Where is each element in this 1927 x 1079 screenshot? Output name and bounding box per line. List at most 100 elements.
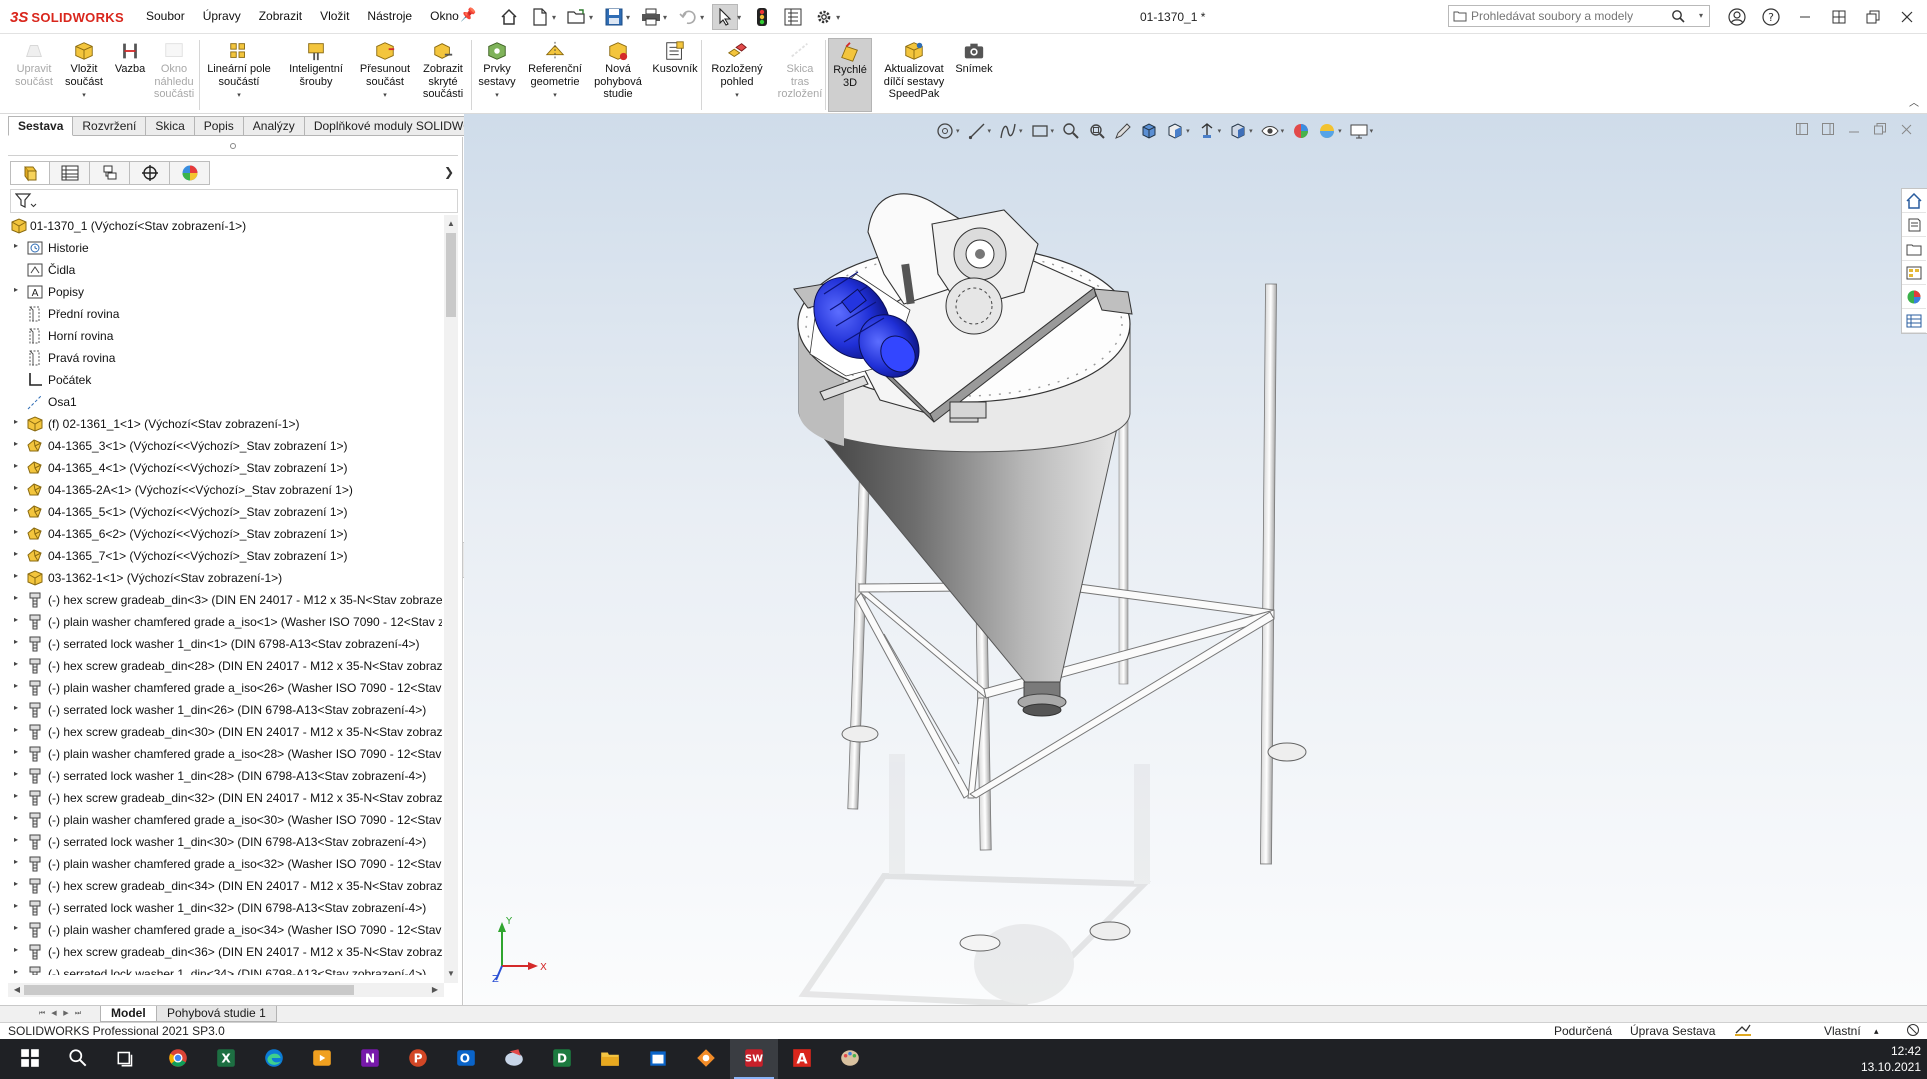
status-units[interactable]: Vlastní [1824,1023,1861,1039]
expand-arrow-icon[interactable]: ▸ [14,593,24,602]
tree-row[interactable]: ▸ (-) hex screw gradeab_din<36> (DIN EN 2… [8,941,444,963]
tree-row[interactable]: ▸ 04-1365_3<1> (Výchozí<<Výchozí>_Stav zo… [8,435,444,457]
open-caret[interactable]: ▾ [589,13,593,22]
scroll-left-icon[interactable]: ◀ [10,983,24,997]
taskbar-chrome[interactable] [154,1039,202,1079]
tree-row[interactable]: ▸ (-) serrated lock washer 1_din<30> (DIN… [8,831,444,853]
expand-arrow-icon[interactable]: ▸ [14,901,24,910]
tree-row[interactable]: Pravá rovina [8,347,444,369]
select-button[interactable] [712,4,739,30]
ribbon-button-8[interactable]: Prvky sestavy ▾ [474,38,520,112]
taskbar-search[interactable] [54,1039,102,1079]
tree-row[interactable]: ▸ (-) hex screw gradeab_din<28> (DIN EN 2… [8,655,444,677]
expand-arrow-icon[interactable]: ▸ [14,813,24,822]
ribbon-button-3[interactable]: Okno náhledu součásti [150,38,198,112]
expand-arrow-icon[interactable]: ▸ [14,879,24,888]
menu-item-5[interactable]: Okno [430,9,459,23]
menu-item-4[interactable]: Nástroje [367,9,412,23]
tree-row[interactable]: Počátek [8,369,444,391]
graphics-area[interactable]: ▾ ▾ ▾ ▾ ▾ ▾ ▾ ▾ ▾ ▾ Y X Z [464,114,1927,1005]
ribbon-button-16[interactable]: Snímek [954,38,994,112]
tree-row[interactable]: ▸ (-) plain washer chamfered grade a_iso<… [8,611,444,633]
taskbar-dwg[interactable]: D [538,1039,586,1079]
model-3d-view[interactable] [464,114,1927,1005]
expand-arrow-icon[interactable]: ▸ [14,417,24,426]
tree-row[interactable]: ▸ 04-1365_7<1> (Výchozí<<Výchozí>_Stav zo… [8,545,444,567]
taskbar-task-view[interactable] [102,1039,150,1079]
search-options-caret[interactable]: ▾ [1699,11,1703,20]
save-caret[interactable]: ▾ [626,13,630,22]
scroll-up-icon[interactable]: ▲ [445,217,457,231]
taskbar-media-player[interactable] [298,1039,346,1079]
tab-0[interactable]: Sestava [8,116,74,136]
tree-row[interactable]: Osa1 [8,391,444,413]
help-button[interactable]: ? [1754,6,1788,28]
minimize-button[interactable] [1788,6,1822,28]
expand-arrow-icon[interactable]: ▸ [14,791,24,800]
expand-arrow-icon[interactable]: ▸ [14,637,24,646]
taskbar-autocad[interactable]: A [778,1039,826,1079]
ribbon-button-5[interactable]: Inteligentní šrouby [280,38,352,112]
home-button[interactable] [496,4,522,30]
tree-row[interactable]: ▸ (-) serrated lock washer 1_din<32> (DIN… [8,897,444,919]
ribbon-button-15[interactable]: Aktualizovat dílčí sestavy SpeedPak [876,38,952,112]
ribbon-button-14[interactable]: Rychlé 3D [828,38,872,112]
tree-horizontal-scrollbar[interactable]: ◀ ▶ [8,983,444,997]
ribbon-dropdown-caret[interactable]: ▾ [82,90,86,103]
menu-item-3[interactable]: Vložit [320,9,349,23]
horizontal-scroll-thumb[interactable] [24,985,354,995]
tree-row[interactable]: ▸ 04-1365-2A<1> (Výchozí<<Výchozí>_Stav z… [8,479,444,501]
ribbon-button-12[interactable]: Rozložený pohled ▾ [706,38,768,112]
tree-row[interactable]: ▸ (-) plain washer chamfered grade a_iso<… [8,919,444,941]
tree-row[interactable]: ▸ (-) plain washer chamfered grade a_iso<… [8,677,444,699]
expand-arrow-icon[interactable]: ▸ [14,615,24,624]
taskbar-onenote[interactable]: N [346,1039,394,1079]
expand-arrow-icon[interactable]: ▸ [14,527,24,536]
ribbon-button-0[interactable]: Upravit součást [6,38,62,112]
expand-arrow-icon[interactable]: ▸ [14,659,24,668]
save-button[interactable] [601,4,627,30]
tree-row[interactable]: ▸ (-) hex screw gradeab_din<3> (DIN EN 24… [8,589,444,611]
expand-arrow-icon[interactable]: ▸ [14,461,24,470]
ribbon-button-13[interactable]: Skica tras rozložení [776,38,824,112]
vertical-scroll-thumb[interactable] [446,233,456,317]
tree-row[interactable]: ▸ (-) plain washer chamfered grade a_iso<… [8,743,444,765]
taskbar-file-explorer[interactable] [586,1039,634,1079]
expand-arrow-icon[interactable]: ▸ [14,681,24,690]
expand-arrow-icon[interactable]: ▸ [14,747,24,756]
expand-arrow-icon[interactable]: ▸ [14,945,24,954]
taskbar-excel[interactable]: X [202,1039,250,1079]
units-caret-icon[interactable]: ▴ [1874,1023,1879,1039]
search-icon[interactable] [1671,9,1685,23]
tree-row[interactable]: ▸ (-) hex screw gradeab_din<30> (DIN EN 2… [8,721,444,743]
new-document-caret[interactable]: ▾ [552,13,556,22]
tree-row[interactable]: Čidla [8,259,444,281]
panel-tabs-more-icon[interactable]: ❯ [444,165,454,179]
taskbar-windows-start[interactable] [6,1039,54,1079]
taskbar-outlook-calendar[interactable] [634,1039,682,1079]
tab-2[interactable]: Skica [146,116,195,136]
undo-button[interactable] [675,4,701,30]
taskbar-clock[interactable]: 12:42 13.10.2021 [1861,1043,1921,1075]
taskbar-outlook[interactable]: O [442,1039,490,1079]
open-button[interactable] [564,4,590,30]
expand-arrow-icon[interactable]: ▸ [14,439,24,448]
account-button[interactable] [1720,6,1754,28]
menu-item-1[interactable]: Úpravy [203,9,241,23]
tree-row[interactable]: ▸ 04-1365_6<2> (Výchozí<<Výchozí>_Stav zo… [8,523,444,545]
ribbon-dropdown-caret[interactable]: ▾ [383,90,387,103]
scroll-right-icon[interactable]: ▶ [428,983,442,997]
taskbar-app[interactable] [682,1039,730,1079]
ribbon-button-7[interactable]: Zobrazit skryté součásti [416,38,470,112]
ribbon-dropdown-caret[interactable]: ▾ [735,90,739,103]
tab-display-manager[interactable] [170,161,210,185]
tree-row[interactable]: Přední rovina [8,303,444,325]
ribbon-button-9[interactable]: Referenční geometrie ▾ [522,38,588,112]
expand-arrow-icon[interactable]: ▸ [14,549,24,558]
ribbon-button-4[interactable]: Lineární pole součástí ▾ [200,38,278,112]
taskbar-solidworks[interactable]: SW [730,1039,778,1079]
ribbon-button-6[interactable]: Přesunout součást ▾ [356,38,414,112]
scroll-down-icon[interactable]: ▼ [445,967,457,981]
print-caret[interactable]: ▾ [663,13,667,22]
ribbon-dropdown-caret[interactable]: ▾ [495,90,499,103]
